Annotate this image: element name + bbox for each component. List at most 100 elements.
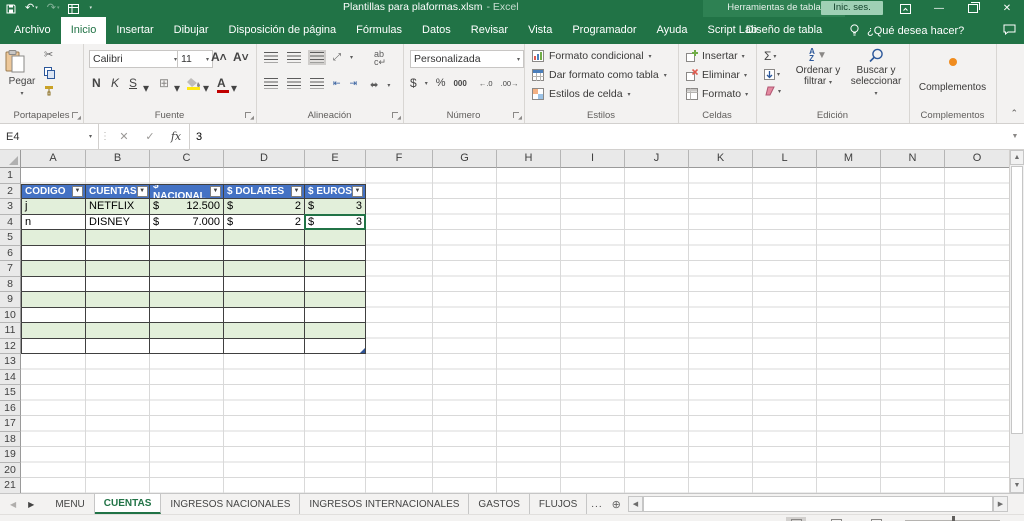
tab-archivo[interactable]: Archivo [4,17,61,44]
filter-dropdown-button[interactable]: ▼ [352,186,363,197]
column-header-A[interactable]: A [21,150,86,168]
restore-button[interactable] [956,0,990,17]
tab-inicio[interactable]: Inicio [61,17,107,44]
cell-C4[interactable]: $7.000 [150,215,224,231]
cell-D9[interactable] [224,292,305,308]
tab-ayuda[interactable]: Ayuda [647,17,698,44]
name-box[interactable]: E4▾ [0,124,99,149]
horizontal-scroll-track[interactable] [643,496,993,512]
cell-E11[interactable] [305,323,366,339]
tab-datos[interactable]: Datos [412,17,461,44]
filter-dropdown-button[interactable]: ▼ [72,186,83,197]
cell-B3[interactable]: NETFLIX [86,199,150,215]
column-header-L[interactable]: L [753,150,817,168]
align-left-icon[interactable] [264,78,278,89]
format-painter-icon[interactable] [44,85,55,96]
currency-caret[interactable]: ▾ [425,80,428,87]
increase-font-icon[interactable]: A˄ [211,50,227,64]
prev-sheet-arrow[interactable]: ◀ [10,500,16,509]
orientation-icon[interactable]: ⤢ [333,52,341,63]
cell-C8[interactable] [150,277,224,293]
column-header-D[interactable]: D [224,150,305,168]
tab-dibujar[interactable]: Dibujar [164,17,219,44]
decrease-font-icon[interactable]: A˅ [233,50,249,64]
table-header-cell[interactable]: CODIGO▼ [21,184,86,200]
save-icon[interactable] [6,4,16,14]
row-header-11[interactable]: 11 [0,323,21,339]
table-resize-handle[interactable] [360,348,365,353]
cell-A6[interactable] [21,246,86,262]
cell-D3[interactable]: $2 [224,199,305,215]
tab-revisar[interactable]: Revisar [461,17,518,44]
cells-area[interactable]: CODIGO▼CUENTAS▼$ NACIONAL▼$ DOLARES▼$ EU… [21,168,1009,494]
cell-A10[interactable] [21,308,86,324]
sheet-tab-flujos[interactable]: FLUJOS [530,494,587,514]
namebox-caret[interactable]: ▾ [89,133,92,140]
row-header-4[interactable]: 4 [0,215,21,231]
format-cells-button[interactable]: Formato▾ [686,88,748,100]
scroll-right-arrow[interactable]: ▶ [993,496,1008,512]
cell-A5[interactable] [21,230,86,246]
normal-view-button[interactable] [786,517,806,521]
cell-D5[interactable] [224,230,305,246]
row-header-7[interactable]: 7 [0,261,21,277]
tab-vista[interactable]: Vista [518,17,562,44]
cell-A3[interactable]: j [21,199,86,215]
sheet-tab-cuentas[interactable]: CUENTAS [95,494,162,514]
tab-diseno-de-tabla[interactable]: Diseño de tabla [703,17,865,44]
number-dialog-launcher[interactable] [513,112,522,121]
font-color-caret[interactable]: ▾ [231,81,237,95]
merge-caret[interactable]: ▾ [387,82,390,89]
cell-C11[interactable] [150,323,224,339]
customize-qat-button[interactable]: ▾ [88,1,92,16]
addins-button[interactable]: Complementos [909,82,996,93]
page-layout-view-button[interactable] [826,517,846,521]
increase-indent-icon[interactable]: ⇥ [350,78,358,89]
cell-E12[interactable] [305,339,366,355]
row-header-19[interactable]: 19 [0,447,21,463]
column-header-C[interactable]: C [150,150,224,168]
cell-C5[interactable] [150,230,224,246]
more-sheets-indicator[interactable]: ... [587,494,606,514]
insert-cells-button[interactable]: Insertar▾ [686,50,745,62]
column-header-E[interactable]: E [305,150,366,168]
row-header-12[interactable]: 12 [0,339,21,355]
increase-decimal-icon[interactable]: ←.0 [479,79,493,88]
new-sheet-button[interactable]: ⊕ [607,494,626,514]
cut-icon[interactable]: ✂ [44,50,53,61]
delete-cells-button[interactable]: Eliminar▾ [686,69,747,81]
row-header-20[interactable]: 20 [0,463,21,479]
fill-color-caret[interactable]: ▾ [203,81,209,95]
align-middle-icon[interactable] [287,52,301,63]
number-format-combo[interactable]: Personalizada▾ [410,50,524,68]
paste-button[interactable]: Pegar ▾ [5,49,39,109]
page-break-view-button[interactable] [866,517,886,521]
tab-insertar[interactable]: Insertar [106,17,163,44]
cell-B9[interactable] [86,292,150,308]
cell-B11[interactable] [86,323,150,339]
align-right-icon[interactable] [310,78,324,89]
conditional-formatting-button[interactable]: Formato condicional▾ [532,50,652,62]
cell-E10[interactable] [305,308,366,324]
column-header-G[interactable]: G [433,150,497,168]
cancel-entry-icon[interactable]: ✕ [111,124,137,149]
fill-color-icon[interactable] [187,76,200,90]
tab-programador[interactable]: Programador [562,17,646,44]
font-dialog-launcher[interactable] [245,112,254,121]
autosum-button[interactable]: Σ▾ [764,49,781,63]
insert-function-icon[interactable]: fx [163,124,190,149]
sheet-tab-gastos[interactable]: GASTOS [469,494,530,514]
horizontal-scrollbar[interactable]: ◀ ▶ [628,495,1008,512]
italic-button[interactable]: K [111,76,119,90]
fill-button[interactable]: ▾ [764,69,781,80]
close-button[interactable]: ✕ [990,0,1024,17]
find-select-button[interactable]: Buscar y seleccionar ▾ [848,48,904,100]
cell-D6[interactable] [224,246,305,262]
filter-dropdown-button[interactable]: ▼ [210,186,221,197]
row-header-13[interactable]: 13 [0,354,21,370]
cell-B10[interactable] [86,308,150,324]
filter-dropdown-button[interactable]: ▼ [291,186,302,197]
column-header-K[interactable]: K [689,150,753,168]
cell-C12[interactable] [150,339,224,355]
cell-A4[interactable]: n [21,215,86,231]
